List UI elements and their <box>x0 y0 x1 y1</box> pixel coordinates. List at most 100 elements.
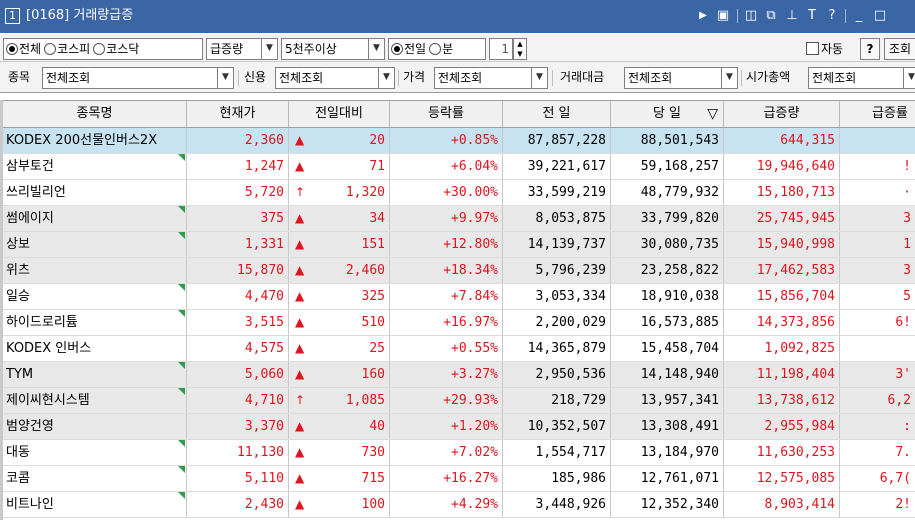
table-row[interactable]: 대동 11,130 730 ▲ +7.02% 1,554,717 13,184,970 11,… <box>0 440 915 466</box>
table-row[interactable]: 하이드로리튬 3,515 510 ▲ +16.97% 2,200,029 16,573,88… <box>0 310 915 336</box>
price-select[interactable]: 전체조회 <box>434 67 532 89</box>
cell-name: KODEX 200선물인버스2X <box>3 128 187 153</box>
cell-text: 일승 <box>6 289 30 304</box>
table-row[interactable]: 삼부토건 1,247 71 ▲ +6.04% 39,221,617 59,168,257 19… <box>0 154 915 180</box>
cell-text: 3,053,334 <box>535 289 606 304</box>
cell-text: 375 <box>260 211 284 226</box>
radio-market-all[interactable]: 전체 <box>6 42 41 56</box>
credit-dropdown-icon[interactable]: ▼ <box>379 67 395 89</box>
header-change[interactable]: 전일대비 <box>289 101 390 127</box>
header-surge-rate[interactable]: 급증률 <box>840 101 915 127</box>
table-row[interactable]: 일승 4,470 325 ▲ +7.84% 3,053,334 18,910,038 15,8… <box>0 284 915 310</box>
volume-select[interactable]: 5천주이상 <box>281 38 369 60</box>
cell-text: 59,168,257 <box>640 159 719 174</box>
cell-today: 12,761,071 <box>611 466 724 491</box>
cell-text: +0.85% <box>451 133 498 148</box>
market-cap-select[interactable]: 전체조회 <box>808 67 904 89</box>
header-price[interactable]: 현재가 <box>187 101 289 127</box>
table-row[interactable]: 범양건영 3,370 40 ▲ +1.20% 10,352,507 13,308,491 2,… <box>0 414 915 440</box>
sort-select[interactable]: 급증량 <box>206 38 262 60</box>
cell-text: 12,761,071 <box>640 471 719 486</box>
cell-text: 2,430 <box>244 497 284 512</box>
trade-amount-dropdown-icon[interactable]: ▼ <box>722 67 738 89</box>
minimize-icon[interactable]: _ <box>852 8 866 24</box>
minute-stepper-icon[interactable]: ▲ ▼ <box>513 38 527 60</box>
table-row[interactable]: 쓰리빌리언 5,720 1,320 ↑ +30.00% 33,599,219 48,779,… <box>0 180 915 206</box>
cell-text: 범양건영 <box>6 419 54 434</box>
help-button[interactable]: ? <box>860 38 880 60</box>
cell-today: 23,258,822 <box>611 258 724 283</box>
cell-surge: 19,946,640 <box>724 154 840 179</box>
table-row[interactable]: 제이씨현시스템 4,710 1,085 ↑ +29.93% 218,729 13,957,3… <box>0 388 915 414</box>
header-rate[interactable]: 등락률 <box>390 101 503 127</box>
cell-text: +4.29% <box>451 497 498 512</box>
sort-dropdown-icon[interactable]: ▼ <box>262 38 278 60</box>
radio-market-kosdaq[interactable]: 코스닥 <box>93 42 139 56</box>
cell-prev: 1,554,717 <box>503 440 611 465</box>
table-row[interactable]: 상보 1,331 151 ▲ +12.80% 14,139,737 30,080,735 15… <box>0 232 915 258</box>
flag-corner-icon <box>178 232 185 239</box>
cell-rate: +9.97% <box>390 206 503 231</box>
cell-text: 1,092,825 <box>764 341 835 356</box>
table-header: 종목명 현재가 전일대비 등락률 전 일 당 일 ▽ 급증량 급증률 <box>0 100 915 128</box>
cell-text: 15,940,998 <box>756 237 835 252</box>
link-icon[interactable]: ⧉ <box>763 8 779 24</box>
table-row[interactable]: 썸에이지 375 34 ▲ +9.97% 8,053,875 33,799,820 25,74… <box>0 206 915 232</box>
maximize-icon[interactable]: □ <box>873 8 887 24</box>
cell-surge: 11,198,404 <box>724 362 840 387</box>
cell-rate: +4.29% <box>390 492 503 517</box>
help-icon[interactable]: ? <box>826 8 838 24</box>
query-button[interactable]: 조회 <box>884 38 915 60</box>
radio-market-kospi[interactable]: 코스피 <box>44 42 90 56</box>
volume-dropdown-icon[interactable]: ▼ <box>369 38 385 60</box>
auto-checkbox[interactable]: 자동 <box>806 39 843 59</box>
cell-surge-rate: 2! <box>840 492 915 517</box>
table-row[interactable]: KODEX 인버스 4,575 25 ▲ +0.55% 14,365,879 15,458,… <box>0 336 915 362</box>
minute-input[interactable]: 1 <box>489 38 513 60</box>
cell-text: 5,720 <box>244 185 284 200</box>
window-icon[interactable]: ◫ <box>743 8 759 24</box>
cell-price: 5,110 <box>187 466 289 491</box>
cell-text: 7. <box>895 445 911 460</box>
up-triangle-icon: ▲ <box>295 367 305 381</box>
cell-surge-rate <box>840 128 915 153</box>
market-cap-label: 시가총액 <box>746 70 791 84</box>
table-row[interactable]: TYM 5,060 160 ▲ +3.27% 2,950,536 14,148,940 11,… <box>0 362 915 388</box>
cell-surge-rate: 7. <box>840 440 915 465</box>
flag-corner-icon <box>178 492 185 499</box>
header-today[interactable]: 당 일 ▽ <box>611 101 724 127</box>
cell-change: 715 ▲ <box>289 466 390 491</box>
table-row[interactable]: 위츠 15,870 2,460 ▲ +18.34% 5,796,239 23,258,822… <box>0 258 915 284</box>
credit-label: 신용 <box>244 70 267 84</box>
cell-text: 8,053,875 <box>535 211 606 226</box>
pin-icon[interactable]: ⊥ <box>785 8 799 24</box>
cell-text: : <box>903 419 911 434</box>
item-select[interactable]: 전체조회 <box>42 67 218 89</box>
up-triangle-icon: ▲ <box>295 471 305 485</box>
cell-prev: 14,365,879 <box>503 336 611 361</box>
table-row[interactable]: 코콤 5,110 715 ▲ +16.27% 185,986 12,761,071 12,57… <box>0 466 915 492</box>
play-icon[interactable]: ▶ <box>697 8 709 24</box>
cell-text: +6.04% <box>451 159 498 174</box>
radio-minute[interactable]: 분 <box>429 42 453 56</box>
header-surge[interactable]: 급증량 <box>724 101 840 127</box>
cell-text: +16.27% <box>443 471 498 486</box>
cell-surge-rate: 1 <box>840 232 915 257</box>
credit-select[interactable]: 전체조회 <box>275 67 379 89</box>
trade-amount-select[interactable]: 전체조회 <box>624 67 722 89</box>
table-row[interactable]: KODEX 200선물인버스2X 2,360 20 ▲ +0.85% 87,857,228… <box>0 128 915 154</box>
header-prev[interactable]: 전 일 <box>503 101 611 127</box>
header-name[interactable]: 종목명 <box>3 101 187 127</box>
up-triangle-icon: ▲ <box>295 341 305 355</box>
item-dropdown-icon[interactable]: ▼ <box>218 67 234 89</box>
table-row[interactable]: 비트나인 2,430 100 ▲ +4.29% 3,448,926 12,352,340 8,… <box>0 492 915 518</box>
price-dropdown-icon[interactable]: ▼ <box>532 67 548 89</box>
screen-icon[interactable]: ▣ <box>715 8 731 24</box>
cell-surge: 25,745,945 <box>724 206 840 231</box>
cell-name: TYM <box>3 362 187 387</box>
market-cap-dropdown-icon[interactable]: ▼ <box>904 67 915 89</box>
cell-today: 13,184,970 <box>611 440 724 465</box>
cell-text: TYM <box>6 367 34 382</box>
radio-prev-day[interactable]: 전일 <box>391 42 426 56</box>
font-icon[interactable]: T <box>805 8 819 24</box>
